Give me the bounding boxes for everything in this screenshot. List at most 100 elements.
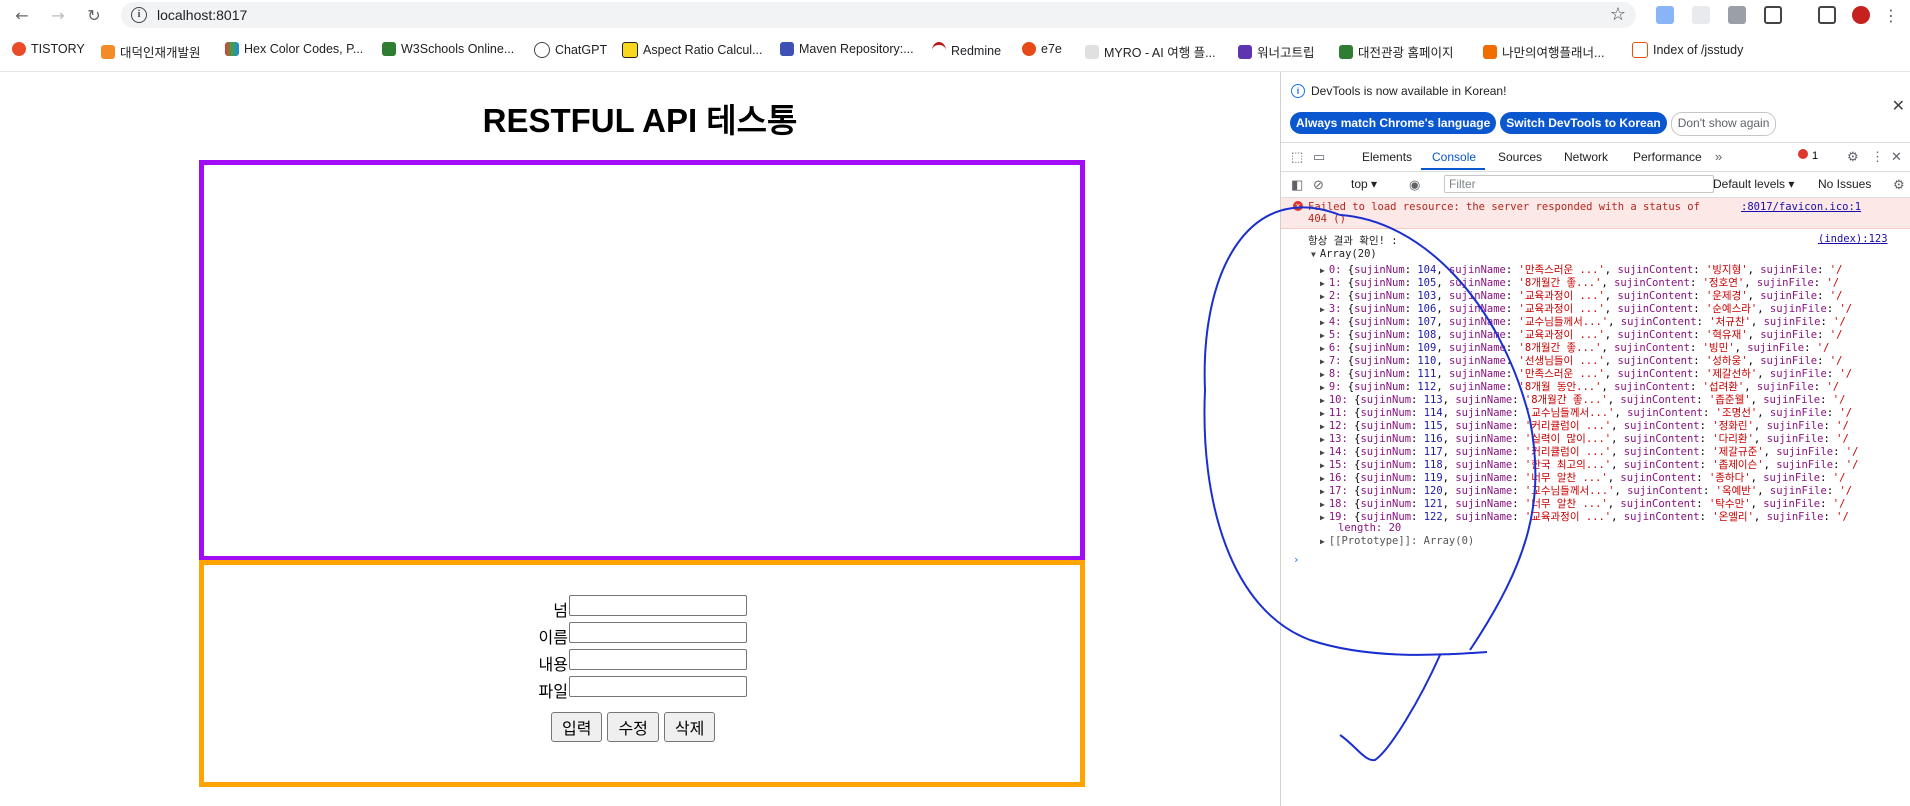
eye-icon[interactable]: ◉ (1409, 177, 1420, 193)
bookmark-item[interactable]: 워너고트립 (1238, 42, 1315, 61)
bookmark-star-icon[interactable]: ☆ (1610, 4, 1626, 25)
reload-icon[interactable]: ↻ (83, 4, 105, 26)
array-row[interactable]: ▶ 4: {sujinNum: 107, sujinName: '교수님들께서..… (1320, 316, 1846, 329)
bookmarks-bar: TISTORY 대덕인재개발원 Hex Color Codes, P... W3… (0, 38, 1910, 64)
switch-korean-button[interactable]: Switch DevTools to Korean (1500, 112, 1667, 134)
bookmark-item[interactable]: e7e (1022, 42, 1062, 56)
notice-buttons: Always match Chrome's language Switch De… (1290, 112, 1777, 136)
array-row[interactable]: ▶ 7: {sujinNum: 110, sujinName: '선생님들이 ..… (1320, 355, 1842, 368)
array-row[interactable]: ▶ 13: {sujinNum: 116, sujinName: '실력이 많이.… (1320, 433, 1849, 446)
sidebar-toggle-icon[interactable]: ◧ (1291, 177, 1303, 193)
insert-button[interactable]: 입력 (551, 712, 603, 742)
token: sujinName (1448, 316, 1506, 328)
log-source-link[interactable]: (index):123 (1818, 233, 1888, 245)
bookmark-item[interactable]: Redmine (932, 42, 1001, 59)
bookmark-item[interactable]: Aspect Ratio Calcul... (622, 42, 763, 58)
menu-kebab-icon[interactable]: ⋮ (1880, 4, 1902, 26)
tab-sources[interactable]: Sources (1498, 150, 1542, 164)
token: '교육과정이 ...' (1524, 511, 1612, 523)
console-settings-icon[interactable]: ⚙ (1893, 177, 1905, 193)
filter-input[interactable]: Filter (1444, 175, 1714, 193)
side-panel-icon[interactable] (1818, 6, 1836, 24)
token: '너무 알찬 ...' (1524, 498, 1608, 510)
url-text[interactable]: localhost:8017 (157, 7, 247, 23)
name-input[interactable] (569, 622, 747, 643)
update-button[interactable]: 수정 (607, 712, 659, 742)
forward-icon[interactable]: → (47, 4, 69, 26)
token: : (1505, 316, 1519, 328)
bookmark-item[interactable]: 대덕인재개발원 (101, 42, 201, 61)
token: ▶ (1320, 435, 1325, 444)
array-row[interactable]: ▶ 11: {sujinNum: 114, sujinName: '교수님들께서.… (1320, 407, 1852, 420)
extension-icon[interactable] (1728, 6, 1746, 24)
array-row[interactable]: ▶ 10: {sujinNum: 113, sujinName: '8개월간 좋.… (1320, 394, 1845, 407)
more-tabs-icon[interactable]: » (1715, 149, 1722, 164)
array-row[interactable]: ▶ 16: {sujinNum: 119, sujinName: '너무 알찬 .… (1320, 472, 1845, 485)
array-row[interactable]: ▶ 18: {sujinNum: 121, sujinName: '너무 알찬 .… (1320, 498, 1845, 511)
array-row[interactable]: ▶ 1: {sujinNum: 105, sujinName: '8개월간 좋..… (1320, 277, 1839, 290)
delete-button[interactable]: 삭제 (663, 712, 716, 742)
issues-label[interactable]: No Issues (1818, 177, 1871, 191)
close-icon[interactable]: ✕ (1892, 96, 1905, 116)
array-row[interactable]: ▶ 2: {sujinNum: 103, sujinName: '교육과정이 ..… (1320, 290, 1842, 303)
clear-console-icon[interactable]: ⊘ (1313, 177, 1324, 193)
token: : (1505, 368, 1519, 380)
bookmark-item[interactable]: W3Schools Online... (382, 42, 514, 56)
extension-icon[interactable] (1656, 6, 1674, 24)
token: : (1693, 329, 1706, 341)
address-bar[interactable]: i localhost:8017 ☆ (121, 2, 1636, 28)
bookmark-item[interactable]: Hex Color Codes, P... (225, 42, 363, 56)
error-count[interactable]: 1 (1812, 150, 1818, 162)
token: sujinNum (1354, 342, 1405, 354)
array-row[interactable]: ▶ 5: {sujinNum: 108, sujinName: '교육과정이 ..… (1320, 329, 1842, 342)
match-language-button[interactable]: Always match Chrome's language (1290, 112, 1497, 134)
profile-avatar[interactable] (1852, 6, 1870, 24)
array-row[interactable]: ▶ 6: {sujinNum: 109, sujinName: '8개월간 좋..… (1320, 342, 1829, 355)
array-row[interactable]: ▶ 17: {sujinNum: 120, sujinName: '교수님들께서.… (1320, 485, 1852, 498)
device-toolbar-icon[interactable]: ▭ (1313, 149, 1325, 165)
file-input[interactable] (569, 676, 747, 697)
tab-network[interactable]: Network (1564, 150, 1608, 164)
tab-console[interactable]: Console (1432, 150, 1476, 164)
console-prompt[interactable]: › (1293, 554, 1299, 567)
bookmark-item[interactable]: Index of /jsstudy (1632, 42, 1743, 58)
array-row[interactable]: ▶ 15: {sujinNum: 118, sujinName: '한국 최고의.… (1320, 459, 1858, 472)
error-source-link[interactable]: :8017/favicon.ico:1 (1741, 201, 1861, 213)
token: sujinNum (1360, 472, 1412, 484)
prototype-line[interactable]: ▶ [[Prototype]]: Array(0) (1320, 535, 1474, 548)
tab-performance[interactable]: Performance (1633, 150, 1702, 164)
context-selector[interactable]: top ▾ (1351, 177, 1377, 191)
array-row[interactable]: ▶ 0: {sujinNum: 104, sujinName: '만족스러운 ..… (1320, 264, 1842, 277)
site-info-icon[interactable]: i (131, 7, 147, 23)
site-icon (1483, 44, 1497, 59)
token: : (1823, 420, 1837, 432)
dont-show-button[interactable]: Don't show again (1670, 112, 1777, 136)
bookmark-item[interactable]: TISTORY (12, 42, 85, 56)
more-options-icon[interactable]: ⋮ (1871, 149, 1884, 165)
close-devtools-icon[interactable]: ✕ (1891, 149, 1902, 165)
inspect-icon[interactable]: ⬚ (1291, 149, 1303, 165)
bookmark-item[interactable]: 나만의여행플래너... (1483, 42, 1604, 61)
tab-elements[interactable]: Elements (1362, 150, 1412, 164)
token: : (1411, 394, 1424, 406)
extensions-puzzle-icon[interactable] (1764, 6, 1782, 24)
array-row[interactable]: ▶ 14: {sujinNum: 117, sujinName: '커리큘럼이 .… (1320, 446, 1858, 459)
content-input[interactable] (569, 649, 747, 670)
array-row[interactable]: ▶ 3: {sujinNum: 106, sujinName: '교육과정이 ..… (1320, 303, 1852, 316)
bookmark-item[interactable]: Maven Repository:... (780, 42, 914, 56)
array-row[interactable]: ▶ 8: {sujinNum: 111, sujinName: '만족스러운 ..… (1320, 368, 1852, 381)
extension-icon[interactable] (1692, 6, 1710, 24)
array-header[interactable]: ▼ Array(20) (1311, 248, 1377, 260)
settings-gear-icon[interactable]: ⚙ (1847, 149, 1859, 165)
token: ▶ (1320, 370, 1325, 379)
bookmark-label: 대덕인재개발원 (120, 46, 201, 60)
num-input[interactable] (569, 595, 747, 616)
bookmark-item[interactable]: ChatGPT (534, 42, 607, 58)
bookmark-item[interactable]: 대전관광 홈페이지 (1339, 42, 1453, 61)
token: : (1693, 264, 1706, 276)
bookmark-item[interactable]: MYRO - AI 여행 플... (1085, 42, 1216, 61)
array-row[interactable]: ▶ 9: {sujinNum: 112, sujinName: '8개월 동안..… (1320, 381, 1839, 394)
array-row[interactable]: ▶ 12: {sujinNum: 115, sujinName: '커리큘럼이 .… (1320, 420, 1849, 433)
back-icon[interactable]: ← (11, 4, 33, 26)
levels-dropdown[interactable]: Default levels ▾ (1713, 177, 1794, 191)
